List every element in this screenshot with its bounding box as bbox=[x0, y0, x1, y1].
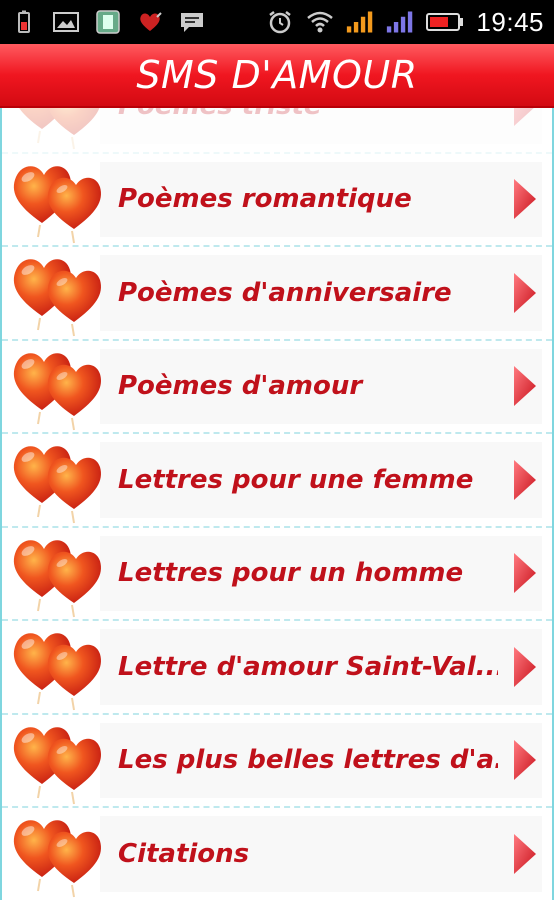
chevron-right-icon bbox=[512, 551, 538, 595]
app-icon bbox=[94, 10, 122, 34]
menu-item-6[interactable]: Lettre d'amour Saint-Val... bbox=[2, 621, 552, 715]
menu-item-label: Poèmes d'anniversaire bbox=[118, 277, 452, 308]
double-heart-icon bbox=[10, 246, 106, 339]
message-icon bbox=[178, 10, 206, 34]
menu-item-label: Poèmes d'amour bbox=[118, 371, 363, 402]
chevron-right-icon bbox=[512, 364, 538, 408]
app-header: SMS D'AMOUR bbox=[0, 44, 554, 108]
double-heart-icon bbox=[10, 340, 106, 433]
chevron-right-icon bbox=[512, 645, 538, 689]
double-heart-icon bbox=[10, 527, 106, 620]
menu-item-label: Citations bbox=[118, 838, 250, 869]
chevron-right-icon bbox=[512, 832, 538, 876]
gallery-icon bbox=[52, 10, 80, 34]
chevron-right-icon bbox=[512, 271, 538, 315]
menu-item-5[interactable]: Lettres pour un homme bbox=[2, 527, 552, 621]
menu-item-8[interactable]: Citations bbox=[2, 808, 552, 900]
menu-item-label: Lettres pour un homme bbox=[118, 558, 464, 589]
menu-item-label: Les plus belles lettres d'a... bbox=[118, 745, 498, 776]
double-heart-icon bbox=[10, 714, 106, 807]
menu-item-7[interactable]: Les plus belles lettres d'a... bbox=[2, 714, 552, 808]
menu-item-label: Poèmes triste bbox=[118, 108, 498, 121]
status-bar: 19:45 bbox=[0, 0, 554, 44]
menu-item-label: Lettre d'amour Saint-Val... bbox=[118, 651, 498, 682]
menu-item-3[interactable]: Poèmes d'amour bbox=[2, 340, 552, 434]
signal-icon bbox=[346, 10, 374, 34]
menu-item-label: Lettres pour une femme bbox=[118, 464, 474, 495]
app-title: SMS D'AMOUR bbox=[136, 53, 418, 97]
menu-item-2[interactable]: Poèmes d'anniversaire bbox=[2, 247, 552, 341]
double-heart-icon bbox=[10, 108, 106, 152]
alarm-icon bbox=[266, 10, 294, 34]
heart-notification-icon bbox=[136, 10, 164, 34]
battery-saver-icon bbox=[10, 10, 38, 34]
battery-icon bbox=[426, 10, 464, 34]
menu-item-label: Poèmes romantique bbox=[118, 184, 412, 215]
double-heart-icon bbox=[10, 807, 106, 900]
chevron-right-icon bbox=[512, 738, 538, 782]
menu-item-0[interactable]: Poèmes triste bbox=[2, 108, 552, 154]
wifi-icon bbox=[306, 10, 334, 34]
menu-list[interactable]: Poèmes triste bbox=[0, 108, 554, 900]
signal-icon-2 bbox=[386, 10, 414, 34]
menu-item-1[interactable]: Poèmes romantique bbox=[2, 153, 552, 247]
double-heart-icon bbox=[10, 153, 106, 246]
double-heart-icon bbox=[10, 433, 106, 526]
menu-item-4[interactable]: Lettres pour une femme bbox=[2, 434, 552, 528]
chevron-right-icon bbox=[512, 177, 538, 221]
chevron-right-icon bbox=[512, 458, 538, 502]
double-heart-icon bbox=[10, 620, 106, 713]
chevron-right-icon bbox=[512, 108, 538, 128]
clock: 19:45 bbox=[476, 6, 544, 37]
